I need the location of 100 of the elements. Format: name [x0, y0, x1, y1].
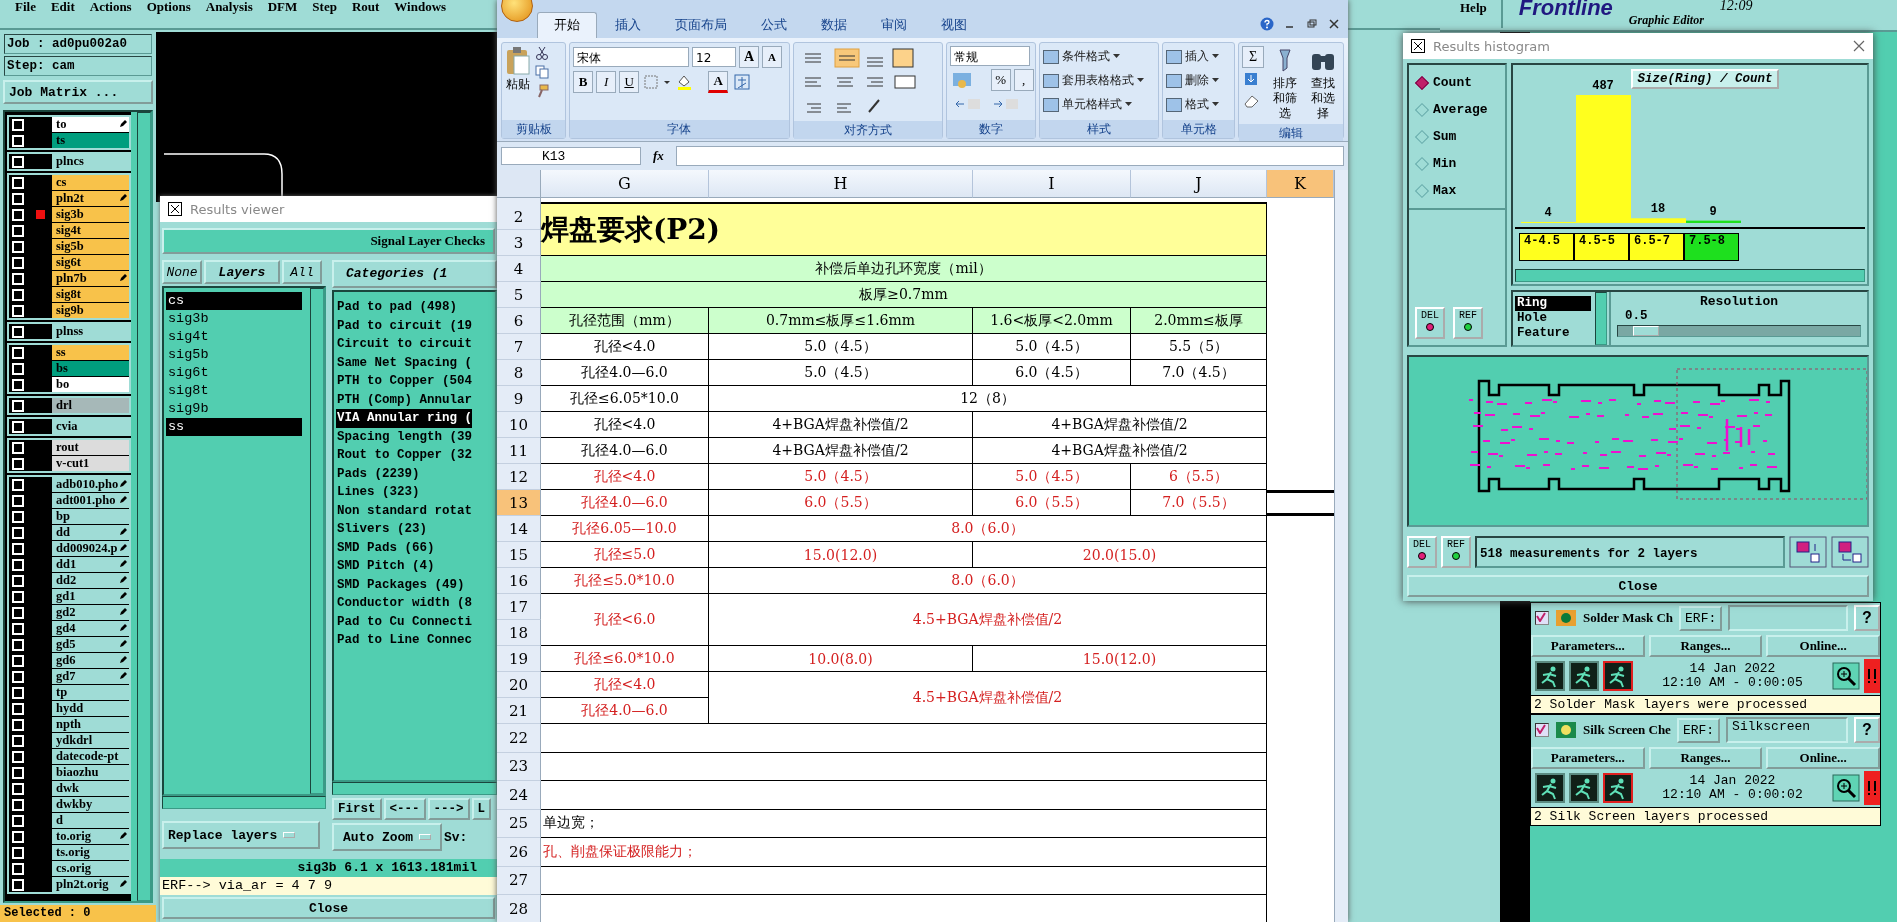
row-header[interactable]: 19 [497, 646, 541, 672]
check-option-button[interactable]: Online... [1766, 747, 1880, 769]
row-header[interactable]: 20 [497, 672, 541, 698]
layer-list-item[interactable]: ss [166, 418, 302, 436]
scroll-bar[interactable] [162, 796, 326, 809]
navigation-button[interactable]: First [332, 798, 382, 820]
category-item[interactable]: Circuit to circuit [336, 335, 473, 354]
category-item[interactable]: Pads (2239) [336, 464, 420, 483]
menu-item[interactable]: Options [146, 0, 191, 14]
reference-button[interactable]: REF [1453, 307, 1483, 339]
layer-checkbox[interactable] [12, 192, 24, 205]
category-item[interactable]: Pad to Cu Connecti [336, 612, 473, 631]
layer-list-item[interactable]: sig3b [166, 310, 302, 328]
layer-filter-button[interactable]: None [162, 260, 202, 284]
row-header[interactable]: 25 [497, 809, 541, 838]
layer-item[interactable]: tp [52, 685, 129, 700]
layer-item[interactable]: bp [52, 509, 129, 524]
layer-item[interactable]: dd2 [52, 573, 129, 588]
layer-checkbox[interactable] [12, 346, 24, 359]
resolution-slider[interactable] [1617, 325, 1861, 337]
layer-list-item[interactable]: sig5b [166, 346, 302, 364]
row-header[interactable]: 26 [497, 838, 541, 867]
menu-item[interactable]: Analysis [205, 0, 253, 14]
menu-item[interactable]: Rout [351, 0, 380, 14]
layer-checkbox[interactable] [12, 638, 24, 651]
styles-menu-button[interactable]: 条件格式 [1061, 46, 1110, 67]
category-item[interactable]: Non standard rotat [336, 501, 473, 520]
layer-checkbox[interactable] [12, 304, 24, 317]
layer-checkbox[interactable] [12, 224, 24, 237]
help-menu[interactable]: Help [1440, 0, 1503, 28]
menu-item[interactable]: DFM [267, 0, 298, 14]
zoom-icon[interactable] [1832, 774, 1860, 802]
layer-filter-button[interactable]: All [282, 260, 322, 284]
delete-button[interactable]: DEL [1407, 536, 1437, 568]
layer-checkbox[interactable] [12, 155, 24, 168]
layer-checkbox[interactable] [12, 606, 24, 619]
layer-item[interactable]: plnss [52, 324, 129, 339]
caret-icon[interactable] [1212, 54, 1219, 59]
number-format-field[interactable]: 常规 [949, 46, 1030, 66]
layer-checkbox[interactable] [12, 766, 24, 779]
row-header[interactable]: 28 [497, 895, 541, 922]
layer-item[interactable]: hydd [52, 701, 129, 716]
layer-checkbox[interactable] [12, 134, 24, 147]
help-button[interactable]: ? [1854, 605, 1880, 631]
layer-item[interactable]: datecode-pt [52, 749, 129, 764]
layer-item[interactable]: sig4t [52, 223, 129, 238]
layer-filter-button[interactable]: Layers [204, 260, 280, 284]
zoom-mode-dropdown[interactable]: Auto Zoom [332, 823, 442, 851]
mode-radio[interactable]: Min [1409, 150, 1505, 177]
mode-radio[interactable]: Sum [1409, 123, 1505, 150]
copy-icon[interactable] [535, 65, 549, 79]
menu-item[interactable]: Edit [50, 0, 75, 14]
caret-icon[interactable] [1212, 102, 1219, 107]
mode-radio[interactable]: Count [1409, 69, 1505, 96]
layer-item[interactable]: sig5b [52, 239, 129, 254]
check-option-button[interactable]: Ranges... [1648, 747, 1763, 769]
layer-item[interactable]: sig8t [52, 287, 129, 302]
layer-item[interactable]: cs [52, 175, 129, 190]
mode-radio[interactable]: Average [1409, 96, 1505, 123]
layer-checkbox[interactable] [12, 670, 24, 683]
replace-layers-dropdown[interactable]: Replace layers [162, 821, 320, 849]
function-button[interactable]: fx [647, 148, 670, 164]
layer-item[interactable]: dwkby [52, 797, 129, 812]
runner-icon[interactable] [1603, 661, 1633, 691]
cut-icon[interactable] [535, 46, 549, 60]
bin-label[interactable]: 6.5-7 [1629, 233, 1684, 261]
category-item[interactable]: Conductor width (8 [336, 594, 473, 613]
layer-checkbox[interactable] [12, 862, 24, 875]
navigation-button[interactable]: <--- [383, 798, 426, 820]
ribbon-tab[interactable]: 公式 [745, 13, 803, 38]
layer-item[interactable]: gd7 [52, 669, 129, 684]
row-header[interactable]: 17 [497, 594, 541, 620]
category-item[interactable]: Pad to pad (498) [336, 298, 458, 317]
scroll-bar[interactable] [1595, 292, 1607, 345]
layer-item[interactable]: gd4 [52, 621, 129, 636]
layer-item[interactable]: biaozhu [52, 765, 129, 780]
caret-icon[interactable] [1136, 78, 1144, 83]
layer-checkbox[interactable] [12, 798, 24, 811]
layer-item[interactable]: sig9b [52, 303, 129, 318]
runner-icon[interactable] [1535, 773, 1565, 803]
layer-item[interactable]: ts [52, 133, 129, 148]
layer-checkbox[interactable] [12, 622, 24, 635]
layer-item[interactable]: d [52, 813, 129, 828]
menu-item[interactable]: File [15, 0, 36, 14]
help-icon[interactable] [1260, 17, 1274, 31]
row-header[interactable]: 16 [497, 568, 541, 594]
mode-radio[interactable]: Max [1409, 177, 1505, 204]
layer-item[interactable]: npth [52, 717, 129, 732]
measure-list-item[interactable]: Ring [1515, 296, 1591, 311]
layer-checkbox[interactable] [12, 288, 24, 301]
layer-checkbox[interactable] [12, 176, 24, 189]
autosum-button[interactable]: Σ [1242, 46, 1264, 68]
zoom-icon[interactable] [1832, 662, 1860, 690]
layer-item[interactable]: adt001.pho [52, 493, 129, 508]
column-header[interactable]: K [1267, 170, 1334, 198]
row-header[interactable]: 2 [497, 204, 541, 230]
layer-checkbox[interactable] [12, 378, 24, 391]
runner-icon[interactable] [1603, 773, 1633, 803]
category-item[interactable]: Pad to Line Connec [336, 631, 473, 650]
styles-menu-button[interactable]: 套用表格格式 [1061, 70, 1134, 91]
